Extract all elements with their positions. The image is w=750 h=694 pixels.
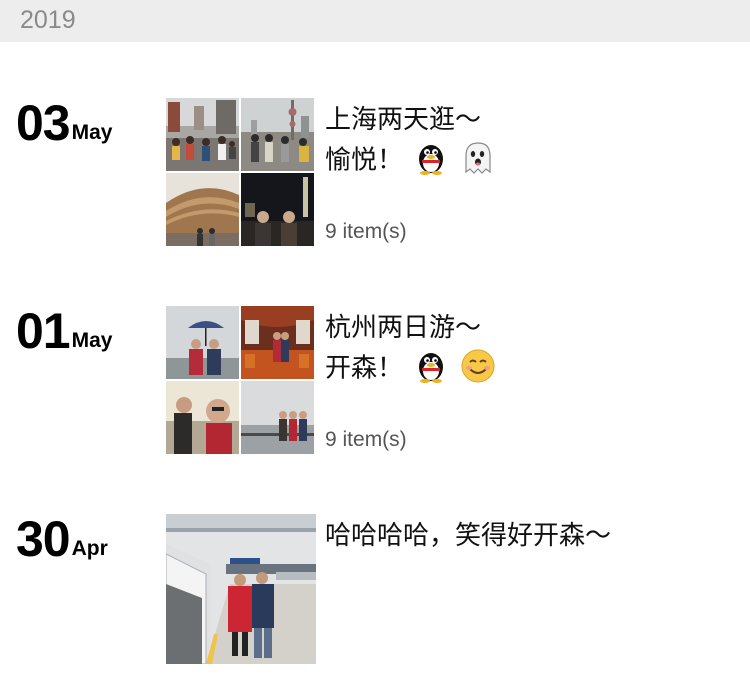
post-day: 01 <box>16 303 71 359</box>
item-count: 9 item(s) <box>325 220 407 243</box>
photo-grid[interactable] <box>166 98 316 248</box>
post-caption: 上海两天逛～ 愉悦！ <box>325 100 735 182</box>
post-caption: 杭州两日游～ 开森！ <box>325 308 735 390</box>
post-day: 30 <box>16 511 71 567</box>
year-label: 2019 <box>20 6 76 34</box>
ghost-icon <box>464 142 491 174</box>
item-count: 9 item(s) <box>325 428 407 451</box>
photo-thumbnail[interactable] <box>241 98 314 171</box>
post-month: May <box>71 329 113 352</box>
penguin-icon <box>419 353 444 383</box>
photo-grid[interactable] <box>166 514 316 664</box>
year-header: 2019 <box>0 0 750 42</box>
photo-thumbnail[interactable] <box>166 381 239 454</box>
photo-thumbnail[interactable] <box>241 173 314 246</box>
caption-line: 上海两天逛～ <box>325 105 482 135</box>
post-date: 03May <box>16 98 112 158</box>
caption-line: 哈哈哈哈，笑得好开森～ <box>325 521 612 551</box>
photo-thumbnail[interactable] <box>241 306 314 379</box>
caption-line: 愉悦！ <box>325 145 404 176</box>
post-caption: 哈哈哈哈，笑得好开森～ <box>325 516 735 556</box>
caption-line: 杭州两日游～ <box>325 313 482 343</box>
photo-thumbnail[interactable] <box>166 98 239 171</box>
photo-grid[interactable] <box>166 306 316 456</box>
post-month: Apr <box>71 537 108 560</box>
photo-thumbnail[interactable] <box>241 381 314 454</box>
photo-thumbnail[interactable] <box>166 173 239 246</box>
post-date: 01May <box>16 306 112 366</box>
penguin-icon <box>419 145 444 175</box>
caption-line: 开森！ <box>325 353 404 384</box>
photo-thumbnail[interactable] <box>166 514 316 664</box>
photo-thumbnail[interactable] <box>166 306 239 379</box>
post-day: 03 <box>16 95 71 151</box>
post-month: May <box>71 121 113 144</box>
post-date: 30Apr <box>16 514 108 574</box>
smile-icon <box>461 349 495 383</box>
